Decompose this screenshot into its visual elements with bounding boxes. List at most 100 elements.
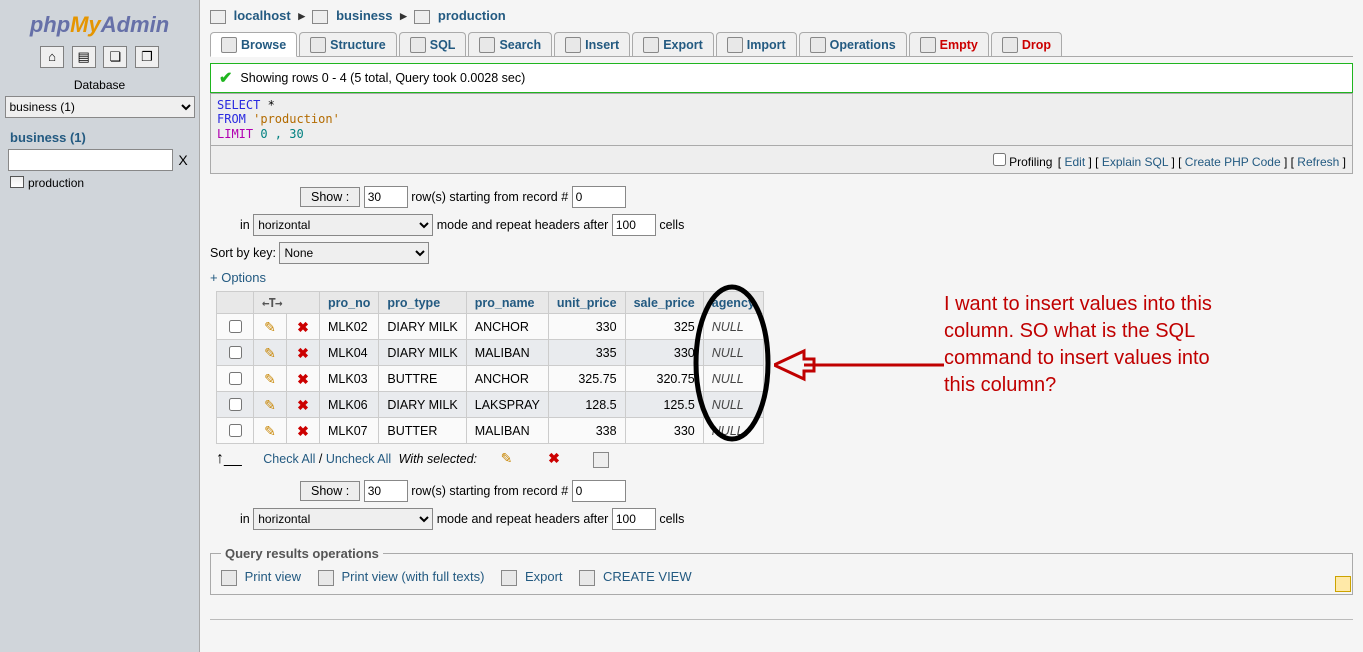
cell-pro_name: MALIBAN [466, 418, 548, 444]
sort-by-key-select[interactable]: None [279, 242, 429, 264]
delete-row-icon[interactable]: ✖ [295, 319, 311, 335]
browse-icon [221, 37, 237, 53]
table-row: ✎✖MLK06DIARY MILKLAKSPRAY128.5125.5NULL [217, 392, 764, 418]
tab-structure[interactable]: Structure [299, 32, 397, 56]
cell-agency: NULL [703, 418, 763, 444]
tab-drop[interactable]: Drop [991, 32, 1062, 56]
cell-pro_name: LAKSPRAY [466, 392, 548, 418]
cell-pro_type: DIARY MILK [379, 340, 466, 366]
cell-sale_price: 320.75 [625, 366, 703, 392]
delete-row-icon[interactable]: ✖ [295, 423, 311, 439]
cell-sale_price: 330 [625, 418, 703, 444]
breadcrumb-server[interactable]: localhost [234, 8, 291, 23]
clear-filter-icon[interactable]: X [173, 152, 191, 168]
sql-window-icon[interactable]: ▤ [72, 46, 96, 68]
database-label: Database [4, 78, 195, 92]
database-icon [312, 10, 328, 24]
database-select[interactable]: business (1) [5, 96, 195, 118]
home-icon[interactable]: ⌂ [40, 46, 64, 68]
phpmyadmin-logo[interactable]: phpMyAdmin [4, 12, 195, 38]
col-sale_price[interactable]: sale_price [625, 292, 703, 314]
row-checkbox[interactable] [229, 424, 242, 437]
print-view-full-link[interactable]: Print view (with full texts) [341, 569, 484, 584]
display-mode-select-2[interactable]: horizontal [253, 508, 433, 530]
profiling-checkbox[interactable]: Profiling [989, 155, 1052, 169]
cell-pro_no: MLK06 [320, 392, 379, 418]
export-link[interactable]: Export [525, 569, 563, 584]
refresh-link[interactable]: Refresh [1297, 155, 1339, 169]
options-toggle[interactable]: + Options [210, 270, 266, 285]
tab-search[interactable]: Search [468, 32, 552, 56]
annotation-text: I want to insert values into this column… [944, 291, 1224, 399]
delete-row-icon[interactable]: ✖ [295, 371, 311, 387]
row-checkbox[interactable] [229, 320, 242, 333]
col-unit_price[interactable]: unit_price [548, 292, 625, 314]
tab-insert[interactable]: Insert [554, 32, 630, 56]
table-filter-input[interactable] [8, 149, 173, 171]
show-button-2[interactable]: Show : [300, 481, 360, 501]
delete-row-icon[interactable]: ✖ [295, 345, 311, 361]
cell-unit_price: 338 [548, 418, 625, 444]
delete-selected-icon[interactable]: ✖ [546, 450, 562, 466]
col-agency[interactable]: agency [703, 292, 763, 314]
cell-agency: NULL [703, 392, 763, 418]
success-text: Showing rows 0 - 4 (5 total, Query took … [240, 71, 525, 85]
rows-count-input[interactable] [364, 186, 408, 208]
tab-operations[interactable]: Operations [799, 32, 907, 56]
tab-export[interactable]: Export [632, 32, 714, 56]
note-icon[interactable] [1335, 576, 1351, 592]
table-row: ✎✖MLK07BUTTERMALIBAN338330NULL [217, 418, 764, 444]
print-view-link[interactable]: Print view [245, 569, 301, 584]
docs-icon[interactable]: ❏ [103, 46, 127, 68]
cell-unit_price: 128.5 [548, 392, 625, 418]
edit-row-icon[interactable]: ✎ [262, 345, 278, 361]
query-icon[interactable]: ❐ [135, 46, 159, 68]
table-row: ✎✖MLK04DIARY MILKMALIBAN335330NULL [217, 340, 764, 366]
delete-row-icon[interactable]: ✖ [295, 397, 311, 413]
in-text: in [240, 218, 250, 232]
col-pro_type[interactable]: pro_type [379, 292, 466, 314]
create-view-link[interactable]: CREATE VIEW [603, 569, 692, 584]
sidebar-table-production[interactable]: production [4, 173, 195, 192]
cell-pro_type: DIARY MILK [379, 392, 466, 418]
col-pro_no[interactable]: pro_no [320, 292, 379, 314]
edit-row-icon[interactable]: ✎ [262, 397, 278, 413]
row-checkbox[interactable] [229, 346, 242, 359]
edit-query-link[interactable]: Edit [1064, 155, 1085, 169]
tab-empty[interactable]: Empty [909, 32, 989, 56]
start-record-input-2[interactable] [572, 480, 626, 502]
edit-row-icon[interactable]: ✎ [262, 423, 278, 439]
cell-pro_type: DIARY MILK [379, 314, 466, 340]
edit-row-icon[interactable]: ✎ [262, 319, 278, 335]
export-selected-icon[interactable] [593, 452, 609, 468]
display-mode-select[interactable]: horizontal [253, 214, 433, 236]
success-message: ✔ Showing rows 0 - 4 (5 total, Query too… [210, 63, 1353, 93]
tab-import[interactable]: Import [716, 32, 797, 56]
cell-agency: NULL [703, 340, 763, 366]
breadcrumb-table[interactable]: production [438, 8, 506, 23]
repeat-headers-input-2[interactable] [612, 508, 656, 530]
tab-sql[interactable]: SQL [399, 32, 467, 56]
breadcrumb-database[interactable]: business [336, 8, 392, 23]
row-checkbox[interactable] [229, 372, 242, 385]
sql-links-row: Profiling [ Edit ] [ Explain SQL ] [ Cre… [210, 146, 1353, 174]
repeat-headers-input[interactable] [612, 214, 656, 236]
cell-pro_type: BUTTRE [379, 366, 466, 392]
uncheck-all-link[interactable]: Uncheck All [326, 452, 391, 466]
create-php-code-link[interactable]: Create PHP Code [1185, 155, 1281, 169]
row-checkbox[interactable] [229, 398, 242, 411]
with-selected-label: With selected: [399, 452, 477, 466]
check-all-link[interactable]: Check All [263, 452, 315, 466]
col-pro_name[interactable]: pro_name [466, 292, 548, 314]
edit-row-icon[interactable]: ✎ [262, 371, 278, 387]
show-button[interactable]: Show : [300, 187, 360, 207]
db-link-business[interactable]: business (1) [4, 128, 195, 147]
sql-icon [410, 37, 426, 53]
explain-sql-link[interactable]: Explain SQL [1102, 155, 1168, 169]
change-selected-icon[interactable]: ✎ [499, 450, 515, 466]
rows-count-input-2[interactable] [364, 480, 408, 502]
tab-browse[interactable]: Browse [210, 32, 297, 57]
cell-unit_price: 325.75 [548, 366, 625, 392]
select-all-header [217, 292, 254, 314]
start-record-input[interactable] [572, 186, 626, 208]
